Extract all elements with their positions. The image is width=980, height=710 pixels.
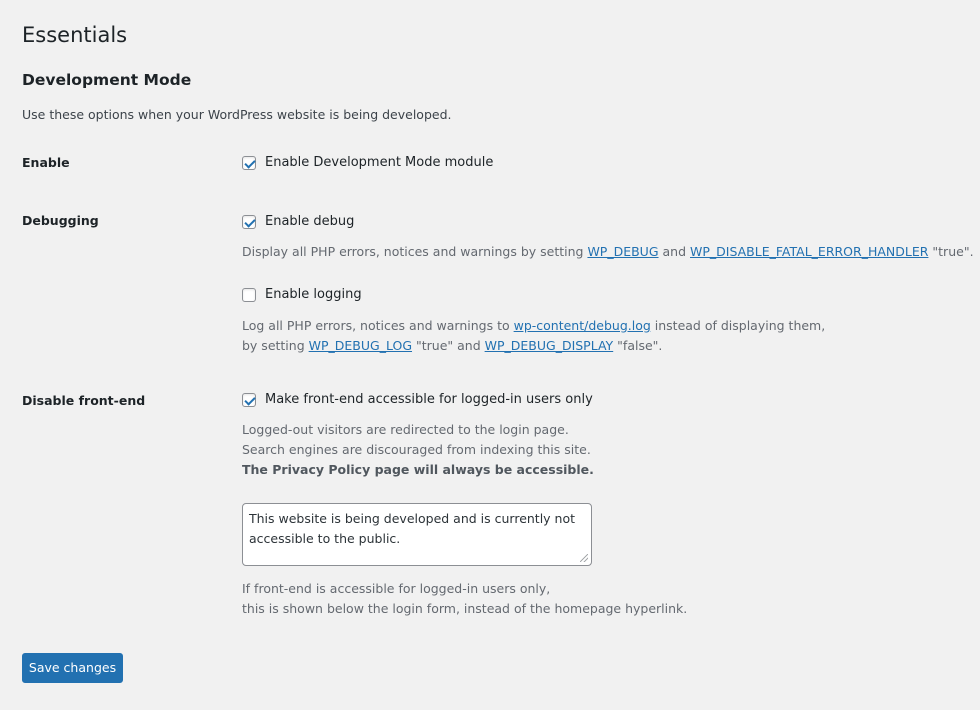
log-desc2-mid: "true" and [412, 338, 485, 353]
enable-logging-label: Enable logging [265, 287, 362, 302]
wp-disable-fatal-error-handler-link[interactable]: WP_DISABLE_FATAL_ERROR_HANDLER [690, 244, 928, 259]
frontend-description: Logged-out visitors are redirected to th… [242, 420, 594, 480]
enable-dev-mode-option[interactable]: Enable Development Mode module [242, 153, 493, 173]
disable-frontend-row-label: Disable front-end [22, 393, 146, 408]
save-changes-button[interactable]: Save changes [22, 653, 123, 683]
enable-debug-label: Enable debug [265, 214, 355, 229]
enable-logging-checkbox[interactable] [242, 288, 256, 302]
frontend-note-line2: this is shown below the login form, inst… [242, 601, 688, 616]
frontend-message-value: This website is being developed and is c… [249, 511, 576, 546]
frontend-desc-line3: The Privacy Policy page will always be a… [242, 460, 594, 480]
frontend-desc-line2: Search engines are discouraged from inde… [242, 442, 591, 457]
debugging-row-label: Debugging [22, 213, 99, 228]
resize-grip-icon[interactable] [580, 554, 588, 562]
debug-desc-text: Display all PHP errors, notices and warn… [242, 244, 588, 259]
section-title: Development Mode [22, 71, 192, 89]
frontend-message-textarea[interactable]: This website is being developed and is c… [242, 503, 592, 566]
logging-desc-line1: Log all PHP errors, notices and warnings… [242, 316, 825, 336]
enable-dev-mode-checkbox[interactable] [242, 156, 256, 170]
enable-dev-mode-label: Enable Development Mode module [265, 155, 494, 170]
enable-logging-option[interactable]: Enable logging [242, 285, 362, 305]
frontend-logged-in-only-checkbox[interactable] [242, 393, 256, 407]
log-desc2-suffix: "false". [613, 338, 663, 353]
logging-description: Log all PHP errors, notices and warnings… [242, 316, 825, 356]
debug-description: Display all PHP errors, notices and warn… [242, 242, 974, 262]
settings-page: Essentials Development Mode Use these op… [0, 0, 980, 710]
debug-desc-and: and [658, 244, 690, 259]
frontend-message-note: If front-end is accessible for logged-in… [242, 579, 687, 619]
debug-log-file-link[interactable]: wp-content/debug.log [514, 318, 651, 333]
wp-debug-display-link[interactable]: WP_DEBUG_DISPLAY [485, 338, 614, 353]
enable-debug-checkbox[interactable] [242, 215, 256, 229]
logging-desc-line2: by setting WP_DEBUG_LOG "true" and WP_DE… [242, 336, 825, 356]
privacy-policy-note: The Privacy Policy page will always be a… [242, 462, 594, 477]
section-intro: Use these options when your WordPress we… [22, 107, 452, 122]
frontend-logged-in-only-option[interactable]: Make front-end accessible for logged-in … [242, 390, 593, 410]
wp-debug-link[interactable]: WP_DEBUG [587, 244, 658, 259]
page-title: Essentials [22, 23, 128, 47]
wp-debug-log-link[interactable]: WP_DEBUG_LOG [309, 338, 412, 353]
enable-debug-option[interactable]: Enable debug [242, 212, 354, 232]
frontend-desc-line1: Logged-out visitors are redirected to th… [242, 422, 569, 437]
frontend-note-line1: If front-end is accessible for logged-in… [242, 581, 551, 596]
debug-desc-suffix: "true". [928, 244, 974, 259]
enable-row-label: Enable [22, 155, 70, 170]
log-desc-mid: instead of displaying them, [650, 318, 826, 333]
log-desc2-prefix: by setting [242, 338, 309, 353]
log-desc-text: Log all PHP errors, notices and warnings… [242, 318, 514, 333]
frontend-logged-in-only-label: Make front-end accessible for logged-in … [265, 392, 593, 407]
